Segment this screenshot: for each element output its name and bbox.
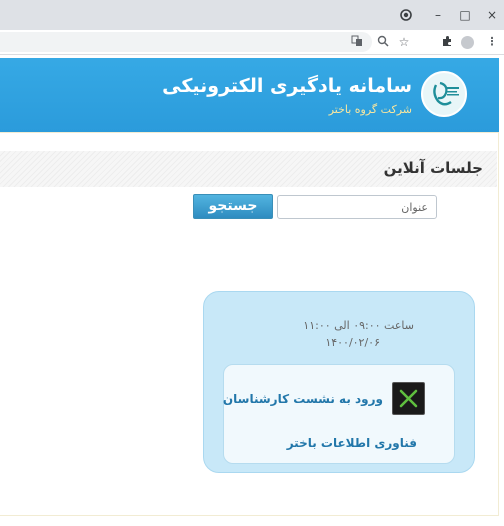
session-inner-panel: ورود به نشست کارشناسان فناوری اطلاعات با… bbox=[223, 364, 455, 464]
site-subtitle: شرکت گروه باختر bbox=[328, 103, 412, 116]
site-header: سامانه یادگیری الکترونیکی شرکت گروه باخت… bbox=[0, 58, 499, 132]
title-search-input[interactable] bbox=[277, 195, 437, 219]
extensions-icon[interactable] bbox=[440, 35, 454, 49]
star-icon[interactable]: ☆ bbox=[397, 35, 411, 49]
meeting-room-icon[interactable] bbox=[392, 382, 425, 415]
join-session-link[interactable]: ورود به نشست کارشناسان bbox=[223, 392, 383, 406]
record-indicator-icon bbox=[398, 7, 414, 23]
session-organization: فناوری اطلاعات باختر bbox=[286, 436, 417, 450]
minimize-button[interactable]: – bbox=[430, 7, 446, 23]
session-time: ساعت ۰۹:۰۰ الی ۱۱:۰۰ bbox=[303, 319, 414, 332]
address-field[interactable] bbox=[0, 32, 372, 52]
search-button[interactable]: جستجو bbox=[193, 194, 273, 219]
profile-icon[interactable] bbox=[461, 36, 474, 49]
session-date: ۱۴۰۰/۰۲/۰۶ bbox=[325, 336, 380, 349]
maximize-button[interactable]: □ bbox=[457, 7, 473, 23]
main-content: جلسات آنلاین جستجو ساعت ۰۹:۰۰ الی ۱۱:۰۰ … bbox=[0, 132, 499, 516]
browser-titlebar: – □ × bbox=[0, 0, 504, 30]
zoom-icon[interactable] bbox=[376, 35, 390, 49]
browser-toolbar: ☆ ⋮ bbox=[0, 30, 504, 55]
translate-icon[interactable] bbox=[350, 35, 364, 49]
session-card: ساعت ۰۹:۰۰ الی ۱۱:۰۰ ۱۴۰۰/۰۲/۰۶ ورود به … bbox=[203, 291, 475, 473]
close-button[interactable]: × bbox=[484, 7, 500, 23]
site-logo bbox=[421, 71, 467, 117]
web-page: سامانه یادگیری الکترونیکی شرکت گروه باخت… bbox=[0, 55, 504, 526]
menu-icon[interactable]: ⋮ bbox=[485, 35, 499, 49]
section-header: جلسات آنلاین bbox=[0, 151, 497, 187]
section-title: جلسات آنلاین bbox=[383, 159, 483, 177]
site-title: سامانه یادگیری الکترونیکی bbox=[162, 75, 412, 97]
